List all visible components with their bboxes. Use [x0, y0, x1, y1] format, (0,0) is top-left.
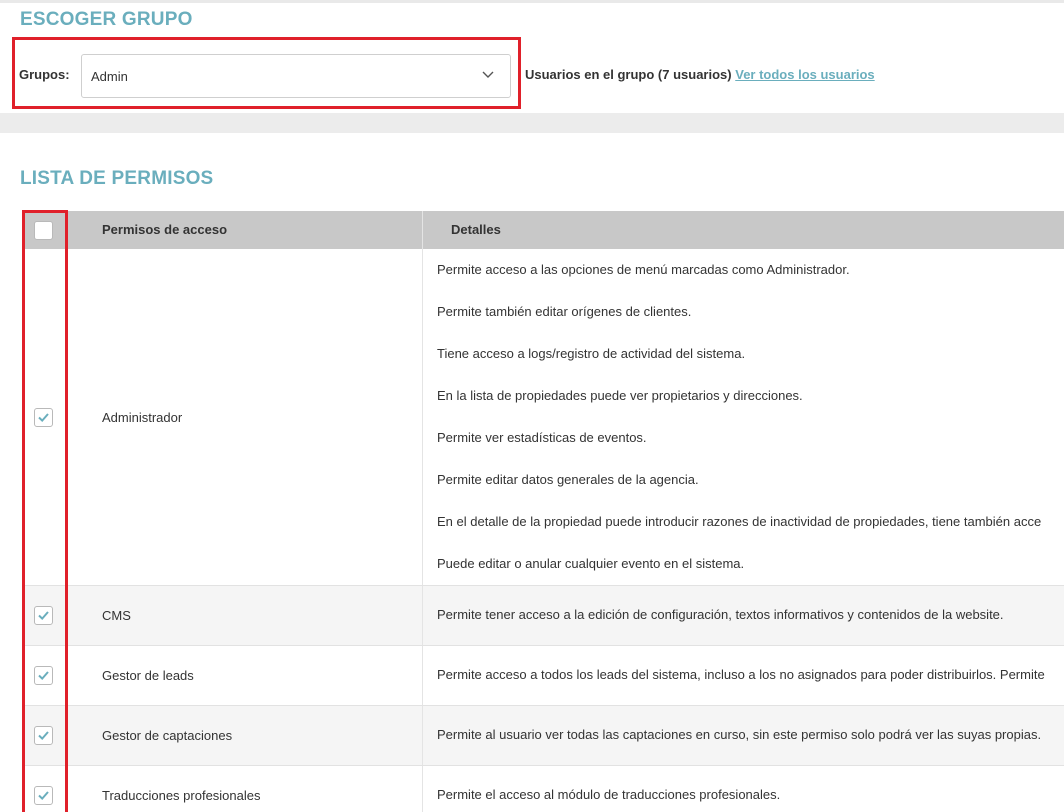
- table-row: Traducciones profesionales Permite el acc…: [22, 766, 1064, 812]
- table-body: Administrador Permite acceso a las opcion…: [22, 249, 1064, 812]
- column-divider: [422, 646, 423, 705]
- permission-details: Permite acceso a las opciones de menú ma…: [437, 249, 1041, 585]
- permission-details: Permite al usuario ver todas las captaci…: [437, 727, 1041, 742]
- detail-line: Puede editar o anular cualquier evento e…: [437, 556, 745, 571]
- group-select-value: Admin: [91, 68, 128, 84]
- permission-name: Administrador: [102, 409, 183, 425]
- header-divider: [422, 211, 423, 249]
- table-row: Gestor de captaciones Permite al usuario …: [22, 706, 1064, 766]
- checkbox-column-highlight-box: [22, 210, 68, 812]
- permission-details: Permite tener acceso a la edición de con…: [437, 607, 1004, 622]
- groups-label: Grupos:: [19, 67, 70, 82]
- column-divider: [422, 249, 423, 585]
- detail-line: Tiene acceso a logs/registro de activida…: [437, 346, 746, 361]
- table-row: Administrador Permite acceso a las opcion…: [22, 249, 1064, 586]
- permission-name: Gestor de leads: [102, 668, 194, 683]
- choose-group-title: ESCOGER GRUPO: [20, 9, 193, 30]
- detail-line: En el detalle de la propiedad puede intr…: [437, 514, 1042, 529]
- detail-line: Permite al usuario ver todas las captaci…: [437, 727, 1042, 742]
- view-all-users-link[interactable]: Ver todos los usuarios: [735, 67, 874, 82]
- table-row: Gestor de leads Permite acceso a todos lo…: [22, 646, 1064, 706]
- detail-line: Permite tener acceso a la edición de con…: [437, 607, 1004, 622]
- permissions-list-title: LISTA DE PERMISOS: [20, 168, 214, 189]
- section-separator: [0, 113, 1064, 133]
- permission-name: Gestor de captaciones: [102, 728, 233, 743]
- column-divider: [422, 586, 423, 645]
- header-details: Detalles: [451, 222, 501, 237]
- detail-line: En la lista de propiedades puede ver pro…: [437, 388, 803, 403]
- detail-line: Permite el acceso al módulo de traduccio…: [437, 787, 781, 802]
- permission-details: Permite acceso a todos los leads del sis…: [437, 667, 1045, 682]
- detail-line: Permite acceso a las opciones de menú ma…: [437, 262, 850, 277]
- permissions-table: Permisos de acceso Detalles Administrado…: [22, 211, 1064, 812]
- detail-line: Permite editar datos generales de la age…: [437, 472, 699, 487]
- column-divider: [422, 766, 423, 812]
- detail-line: Permite también editar orígenes de clien…: [437, 304, 692, 319]
- detail-line: Permite acceso a todos los leads del sis…: [437, 667, 1045, 682]
- top-divider: [0, 0, 1064, 3]
- group-select[interactable]: Admin: [81, 54, 511, 98]
- table-header: Permisos de acceso Detalles: [22, 211, 1064, 249]
- permission-name: Traducciones profesionales: [102, 788, 261, 803]
- users-in-group-info: Usuarios en el grupo (7 usuarios) Ver to…: [525, 67, 875, 82]
- header-permissions: Permisos de acceso: [102, 222, 228, 237]
- column-divider: [422, 706, 423, 765]
- table-row: CMS Permite tener acceso a la edición de …: [22, 586, 1064, 646]
- chevron-down-icon: [482, 71, 494, 78]
- detail-line: Permite ver estadísticas de eventos.: [437, 430, 647, 445]
- permission-name: CMS: [102, 608, 131, 623]
- permission-details: Permite el acceso al módulo de traduccio…: [437, 787, 780, 802]
- users-count-text: Usuarios en el grupo (7 usuarios): [525, 67, 732, 82]
